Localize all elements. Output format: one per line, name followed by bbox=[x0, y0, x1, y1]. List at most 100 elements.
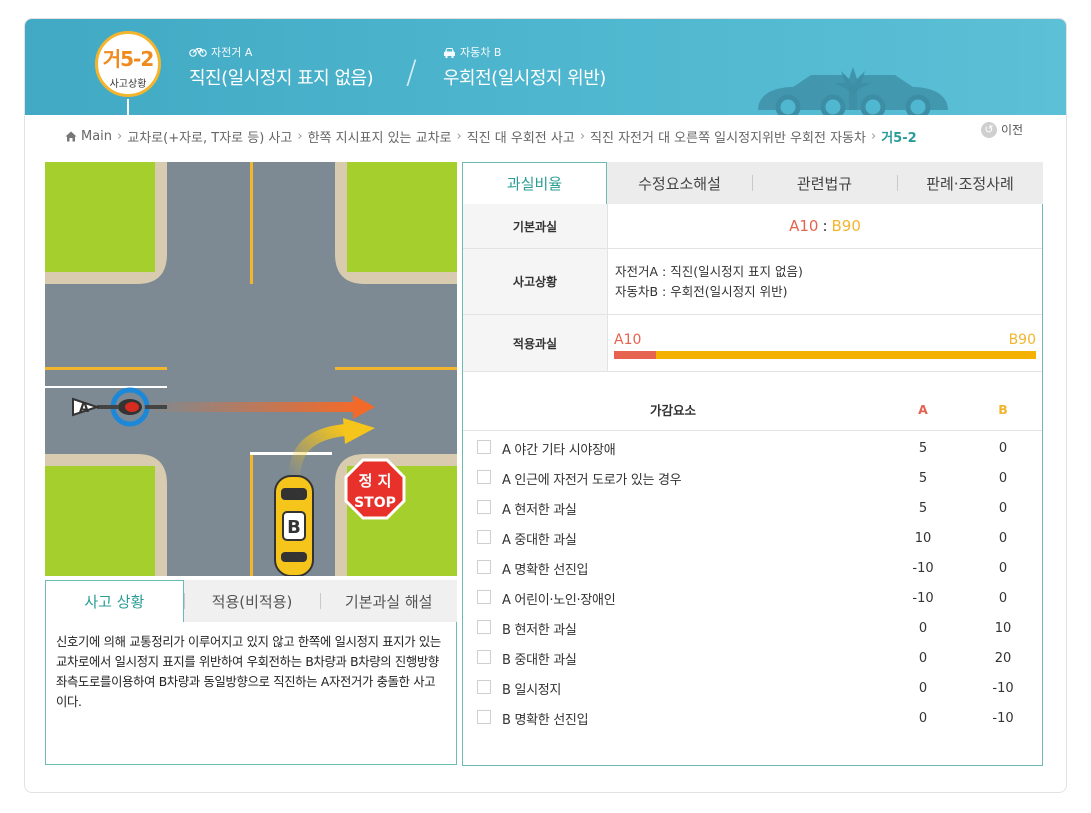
factor-value-a: -10 bbox=[912, 590, 934, 606]
situation-line-a: 자전거A : 직진(일시정지 표지 없음) bbox=[615, 263, 803, 279]
factor-row[interactable]: A 명확한 선진입 -10 0 bbox=[463, 553, 1042, 583]
breadcrumb-separator: › bbox=[297, 129, 303, 144]
breadcrumb-main[interactable]: Main bbox=[81, 129, 112, 144]
fault-bar-a-fill bbox=[614, 351, 657, 359]
factor-value-a: 0 bbox=[918, 710, 928, 726]
tab-base-fault-explanation[interactable]: 기본과실 해설 bbox=[320, 580, 457, 622]
grass-block-top-right bbox=[335, 162, 457, 284]
factor-checkbox[interactable] bbox=[477, 560, 491, 574]
factor-value-b: 10 bbox=[994, 620, 1012, 636]
factor-value-b: -10 bbox=[992, 680, 1014, 696]
factor-row[interactable]: A 야간 기타 시야장애 5 0 bbox=[463, 433, 1042, 463]
factor-value-a: 0 bbox=[918, 680, 928, 696]
factor-name: A 인근에 자전거 도로가 있는 경우 bbox=[502, 472, 682, 488]
factor-value-b: 0 bbox=[998, 590, 1008, 606]
breadcrumb-item[interactable]: 교차로(+자로, T자로 등) 사고 bbox=[127, 127, 292, 146]
grass-block-bottom-left bbox=[45, 454, 167, 576]
base-fault-row: 기본과실 A10 : B90 bbox=[463, 204, 1042, 249]
factor-row[interactable]: A 어린이·노인·장애인 -10 0 bbox=[463, 583, 1042, 613]
case-subtitle: 사고상황 bbox=[109, 79, 147, 90]
factors-list: A 야간 기타 시야장애 5 0 A 인근에 자전거 도로가 있는 경우 5 0 A 현저한… bbox=[463, 433, 1042, 733]
factor-name: B 명확한 선진입 bbox=[502, 712, 589, 728]
case-code: 거5-2 bbox=[102, 47, 155, 71]
back-arrow-icon: ↺ bbox=[981, 121, 997, 138]
factor-checkbox[interactable] bbox=[477, 620, 491, 634]
factor-value-b: 0 bbox=[998, 500, 1008, 516]
factor-name: A 중대한 과실 bbox=[502, 532, 577, 548]
tab-adjustment-factors[interactable]: 수정요소해설 bbox=[607, 162, 752, 204]
party-a-label: 자전거 A bbox=[211, 46, 253, 59]
factors-header-a: A bbox=[918, 402, 928, 417]
factor-value-a: 10 bbox=[914, 530, 932, 546]
base-fault-a: A10 bbox=[789, 217, 819, 235]
situation-line-b: 자동차B : 우회전(일시정지 위반) bbox=[615, 283, 788, 299]
factor-row[interactable]: A 현저한 과실 5 0 bbox=[463, 493, 1042, 523]
breadcrumb-current: 거5-2 bbox=[881, 131, 917, 146]
applied-fault-b: B90 bbox=[1008, 332, 1036, 348]
prev-button[interactable]: ↺ 이전 bbox=[981, 121, 1023, 138]
factor-value-a: 0 bbox=[918, 650, 928, 666]
applied-fault-label: 적용과실 bbox=[463, 315, 608, 371]
factor-row[interactable]: B 명확한 선진입 0 -10 bbox=[463, 703, 1042, 733]
factor-value-b: 0 bbox=[998, 470, 1008, 486]
breadcrumb-item[interactable]: 한쪽 지시표지 있는 교차로 bbox=[308, 127, 452, 146]
tab-fault-ratio[interactable]: 과실비율 bbox=[462, 162, 607, 204]
factor-value-b: 0 bbox=[998, 530, 1008, 546]
factor-name: B 현저한 과실 bbox=[502, 622, 577, 638]
car-crash-icon bbox=[758, 67, 948, 115]
breadcrumb-separator: › bbox=[117, 129, 123, 144]
factor-value-a: 5 bbox=[918, 470, 928, 486]
factor-name: B 중대한 과실 bbox=[502, 652, 577, 668]
party-b: 자동차 B 우회전(일시정지 위반) bbox=[443, 44, 606, 90]
tab-related-laws[interactable]: 관련법규 bbox=[752, 162, 897, 204]
factor-checkbox[interactable] bbox=[477, 710, 491, 724]
stop-sign-korean: 정 지 bbox=[359, 472, 392, 490]
factor-checkbox[interactable] bbox=[477, 590, 491, 604]
tab-application[interactable]: 적용(비적용) bbox=[183, 580, 321, 622]
breadcrumb-separator: › bbox=[579, 129, 586, 144]
base-fault-b: B90 bbox=[831, 217, 861, 235]
breadcrumb-item[interactable]: 직진 자전거 대 오른쪽 일시정지위반 우회전 자동차 bbox=[590, 127, 866, 146]
factor-row[interactable]: A 인근에 자전거 도로가 있는 경우 5 0 bbox=[463, 463, 1042, 493]
tab-precedents[interactable]: 판례·조정사례 bbox=[897, 162, 1043, 204]
label-b: B bbox=[287, 517, 301, 538]
tab-accident-situation[interactable]: 사고 상황 bbox=[45, 580, 184, 622]
accident-scene-diagram: A B 정 지 STOP bbox=[45, 162, 457, 576]
factor-row[interactable]: A 중대한 과실 10 0 bbox=[463, 523, 1042, 553]
factor-checkbox[interactable] bbox=[477, 650, 491, 664]
factor-row[interactable]: B 일시정지 0 -10 bbox=[463, 673, 1042, 703]
factor-value-a: 0 bbox=[918, 620, 928, 636]
factor-name: A 어린이·노인·장애인 bbox=[502, 592, 616, 608]
info-tabs: 사고 상황 적용(비적용) 기본과실 해설 bbox=[45, 580, 457, 622]
prev-label: 이전 bbox=[1001, 123, 1024, 137]
factor-checkbox[interactable] bbox=[477, 500, 491, 514]
factor-name: A 야간 기타 시야장애 bbox=[502, 442, 616, 458]
case-banner: 거5-2 사고상황 자전거 A 직진(일시정지 표지 없음) / 자동차 B 우… bbox=[25, 19, 1066, 115]
badge-stem bbox=[127, 99, 129, 115]
factor-checkbox[interactable] bbox=[477, 440, 491, 454]
breadcrumb-item[interactable]: 직진 대 우회전 사고 bbox=[467, 127, 575, 146]
party-b-label: 자동차 B bbox=[460, 46, 502, 59]
factor-checkbox[interactable] bbox=[477, 680, 491, 694]
factor-checkbox[interactable] bbox=[477, 470, 491, 484]
factor-name: A 명확한 선진입 bbox=[502, 562, 589, 578]
grass-block-top-left bbox=[45, 162, 167, 284]
factor-value-a: 5 bbox=[918, 500, 928, 516]
factor-row[interactable]: B 현저한 과실 0 10 bbox=[463, 613, 1042, 643]
party-b-title: 우회전(일시정지 위반) bbox=[443, 68, 606, 89]
label-a: A bbox=[79, 401, 89, 416]
factor-value-a: -10 bbox=[912, 560, 934, 576]
case-badge: 거5-2 사고상황 bbox=[95, 31, 161, 97]
applied-fault-bar: A10 B90 bbox=[608, 315, 1042, 371]
breadcrumb: Main › 교차로(+자로, T자로 등) 사고 › 한쪽 지시표지 있는 교… bbox=[65, 127, 917, 146]
base-fault-label: 기본과실 bbox=[463, 204, 608, 248]
factors-header-name: 가감요소 bbox=[649, 403, 696, 418]
stop-sign: 정 지 STOP bbox=[344, 458, 406, 520]
factor-value-b: 0 bbox=[998, 560, 1008, 576]
divider-slash: / bbox=[406, 53, 417, 91]
situation-row: 사고상황 자전거A : 직진(일시정지 표지 없음) 자동차B : 우회전(일시… bbox=[463, 249, 1042, 315]
breadcrumb-separator: › bbox=[870, 129, 877, 144]
factor-row[interactable]: B 중대한 과실 0 20 bbox=[463, 643, 1042, 673]
car-b: B bbox=[274, 475, 314, 576]
factor-checkbox[interactable] bbox=[477, 530, 491, 544]
